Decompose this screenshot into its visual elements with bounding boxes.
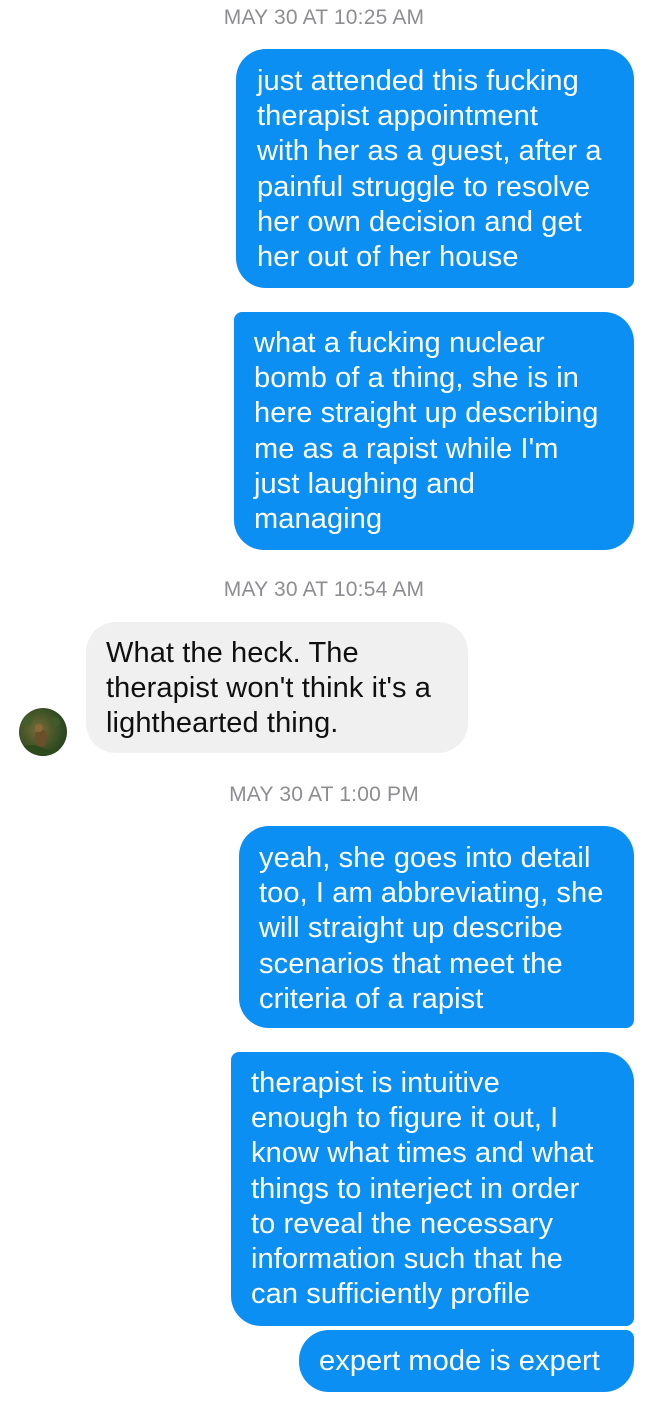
message-outgoing-4[interactable]: therapist is intuitive enough to figure … [231,1052,634,1326]
message-outgoing-1[interactable]: just attended this fucking therapist app… [236,49,634,288]
avatar-photo-icon [19,714,67,756]
timestamp-3: MAY 30 AT 1:00 PM [229,783,419,806]
timestamp-2: MAY 30 AT 10:54 AM [223,578,425,601]
message-outgoing-3[interactable]: yeah, she goes into detail too, I am abb… [239,826,634,1028]
message-outgoing-5[interactable]: expert mode is expert [299,1330,634,1392]
timestamp-1: MAY 30 AT 10:25 AM [223,6,425,29]
message-outgoing-2[interactable]: what a fucking nuclear bomb of a thing, … [234,312,634,550]
message-incoming-1[interactable]: What the heck. The therapist won't think… [86,622,468,753]
contact-avatar[interactable] [19,708,67,756]
